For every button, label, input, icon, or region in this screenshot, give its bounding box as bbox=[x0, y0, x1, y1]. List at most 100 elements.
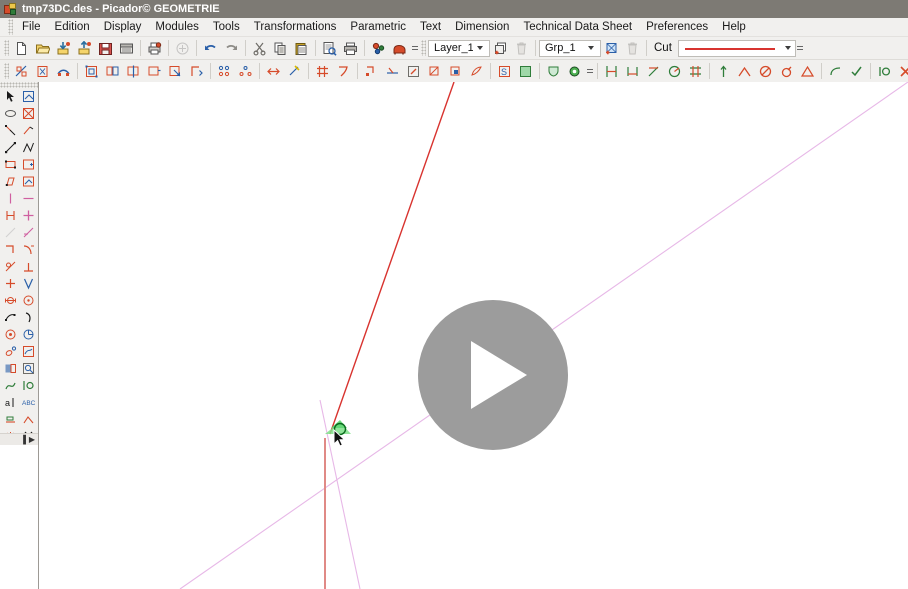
menu-file[interactable]: File bbox=[15, 19, 48, 35]
rotate-entity-icon[interactable] bbox=[144, 61, 165, 82]
import-icon[interactable] bbox=[53, 38, 74, 59]
constraint-circle-icon[interactable] bbox=[755, 61, 776, 82]
menu-display[interactable]: Display bbox=[97, 19, 149, 35]
zoom-region-icon[interactable] bbox=[19, 360, 37, 377]
hatch-icon[interactable]: S bbox=[494, 61, 515, 82]
arc-three-point-icon[interactable] bbox=[1, 309, 19, 326]
array-icon[interactable] bbox=[214, 61, 235, 82]
properties-icon[interactable] bbox=[368, 38, 389, 59]
rectangle-icon[interactable] bbox=[1, 156, 19, 173]
group-select[interactable]: Grp_1 bbox=[539, 39, 601, 57]
tangent-icon[interactable] bbox=[1, 258, 19, 275]
settings-icon[interactable] bbox=[19, 377, 37, 394]
trim-icon[interactable] bbox=[284, 61, 305, 82]
cut-scissors-icon[interactable] bbox=[249, 38, 270, 59]
polygon-icon[interactable] bbox=[19, 173, 37, 190]
point-pick-icon[interactable] bbox=[1, 122, 19, 139]
move-entity-icon[interactable] bbox=[81, 61, 102, 82]
polyline-icon[interactable] bbox=[19, 139, 37, 156]
print-setup-icon[interactable] bbox=[144, 38, 165, 59]
join-icon[interactable] bbox=[445, 61, 466, 82]
layer-toolbar-grip[interactable] bbox=[421, 40, 426, 56]
spline-region-icon[interactable] bbox=[19, 343, 37, 360]
menu-preferences[interactable]: Preferences bbox=[639, 19, 715, 35]
vertical-line-icon[interactable] bbox=[1, 190, 19, 207]
save-icon[interactable] bbox=[95, 38, 116, 59]
v-angle-icon[interactable] bbox=[19, 275, 37, 292]
main-toolbar-overflow[interactable] bbox=[410, 39, 419, 57]
copy-entity-icon[interactable] bbox=[102, 61, 123, 82]
extend-icon[interactable] bbox=[403, 61, 424, 82]
export-icon[interactable] bbox=[74, 38, 95, 59]
dimension-tool-icon[interactable] bbox=[1, 411, 19, 428]
expand-palette-icon[interactable]: ▌▶ bbox=[23, 435, 35, 444]
pie-icon[interactable] bbox=[19, 326, 37, 343]
midpoint-icon[interactable] bbox=[1, 275, 19, 292]
save-as-icon[interactable] bbox=[116, 38, 137, 59]
menu-modules[interactable]: Modules bbox=[148, 19, 205, 35]
dim-radial-icon[interactable] bbox=[664, 61, 685, 82]
scale-entity-icon[interactable] bbox=[165, 61, 186, 82]
symmetry-icon[interactable] bbox=[1, 292, 19, 309]
print-preview-icon[interactable] bbox=[319, 38, 340, 59]
pointer-select-icon[interactable] bbox=[1, 88, 19, 105]
window-select-icon[interactable] bbox=[19, 88, 37, 105]
redo-icon[interactable] bbox=[221, 38, 242, 59]
dim-vertical-icon[interactable] bbox=[622, 61, 643, 82]
constraint-triangle-icon[interactable] bbox=[797, 61, 818, 82]
delete-all-icon[interactable] bbox=[19, 105, 37, 122]
view-icon[interactable] bbox=[389, 38, 410, 59]
fillet-icon[interactable] bbox=[361, 61, 382, 82]
add-group-icon[interactable] bbox=[601, 38, 622, 59]
point-move-icon[interactable] bbox=[19, 122, 37, 139]
menu-tools[interactable]: Tools bbox=[206, 19, 247, 35]
fill-icon[interactable] bbox=[515, 61, 536, 82]
bisector-icon[interactable] bbox=[19, 241, 37, 258]
constraint-diameter-icon[interactable] bbox=[776, 61, 797, 82]
layer-select[interactable]: Layer_1 bbox=[428, 39, 490, 57]
shield-icon[interactable] bbox=[543, 61, 564, 82]
secondary-toolbar-overflow[interactable] bbox=[585, 62, 594, 80]
grid-icon[interactable] bbox=[312, 61, 333, 82]
arc-tangent-icon[interactable] bbox=[825, 61, 846, 82]
line-style-select[interactable] bbox=[677, 39, 796, 57]
open-folder-icon[interactable] bbox=[32, 38, 53, 59]
axis-cross-icon[interactable] bbox=[19, 207, 37, 224]
menu-grip[interactable] bbox=[8, 19, 13, 35]
delete-constraint-icon[interactable] bbox=[895, 61, 908, 82]
secondary-toolbar-grip[interactable] bbox=[4, 63, 9, 79]
line-toolbar-overflow[interactable] bbox=[796, 39, 805, 57]
offset-entity-icon[interactable] bbox=[186, 61, 207, 82]
menu-text[interactable]: Text bbox=[413, 19, 448, 35]
angle-dimension-icon[interactable] bbox=[19, 411, 37, 428]
parallelogram-icon[interactable] bbox=[1, 173, 19, 190]
menu-edition[interactable]: Edition bbox=[48, 19, 97, 35]
rectangle-center-icon[interactable] bbox=[19, 156, 37, 173]
drawing-canvas[interactable] bbox=[39, 82, 908, 589]
select-window-icon[interactable] bbox=[32, 61, 53, 82]
circle-point-icon[interactable] bbox=[1, 326, 19, 343]
break-icon[interactable] bbox=[424, 61, 445, 82]
print-icon[interactable] bbox=[340, 38, 361, 59]
menu-parametric[interactable]: Parametric bbox=[343, 19, 413, 35]
select-all-icon[interactable] bbox=[11, 61, 32, 82]
line-angle-icon[interactable] bbox=[19, 224, 37, 241]
mirror-entity-icon[interactable] bbox=[123, 61, 144, 82]
corner-icon[interactable] bbox=[1, 241, 19, 258]
dim-aligned-icon[interactable] bbox=[643, 61, 664, 82]
menu-technical-data-sheet[interactable]: Technical Data Sheet bbox=[516, 19, 639, 35]
arc-icon[interactable] bbox=[19, 309, 37, 326]
line-diagonal-icon[interactable] bbox=[1, 224, 19, 241]
play-button[interactable] bbox=[418, 300, 568, 450]
horizontal-line-icon[interactable] bbox=[19, 190, 37, 207]
perpendicular-icon[interactable] bbox=[19, 258, 37, 275]
menu-dimension[interactable]: Dimension bbox=[448, 19, 516, 35]
dim-horizontal-icon[interactable] bbox=[601, 61, 622, 82]
pattern-icon[interactable] bbox=[235, 61, 256, 82]
constraint-vertical-icon[interactable] bbox=[713, 61, 734, 82]
chevron-down-icon[interactable] bbox=[784, 46, 791, 50]
add-layer-icon[interactable] bbox=[490, 38, 511, 59]
line-two-point-icon[interactable] bbox=[1, 139, 19, 156]
surface-icon[interactable] bbox=[466, 61, 487, 82]
dim-baseline-icon[interactable] bbox=[685, 61, 706, 82]
